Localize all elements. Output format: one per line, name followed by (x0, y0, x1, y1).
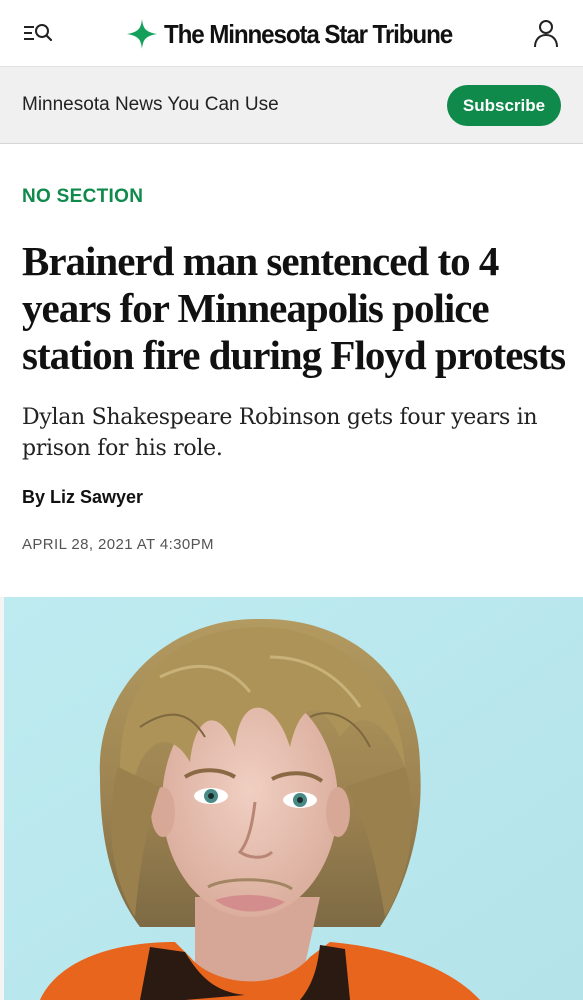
promo-bar: Minnesota News You Can Use Subscribe (0, 66, 583, 144)
article-photo (0, 597, 583, 1000)
article-page: The Minnesota Star Tribune Minnesota New… (0, 0, 583, 1000)
site-header: The Minnesota Star Tribune (0, 0, 583, 66)
north-star-icon (127, 19, 157, 49)
account-button[interactable] (528, 16, 564, 52)
brand-logo[interactable]: The Minnesota Star Tribune (126, 14, 474, 54)
menu-search-icon (24, 24, 53, 42)
promo-text: Minnesota News You Can Use (22, 94, 279, 115)
article-dek: Dylan Shakespeare Robinson gets four yea… (22, 405, 538, 461)
article-byline[interactable]: By Liz Sawyer (22, 487, 143, 508)
article-date: APRIL 28, 2021 AT 4:30PM (22, 536, 214, 553)
section-label[interactable]: NO SECTION (22, 186, 143, 208)
user-account-icon (534, 20, 558, 48)
subscribe-button[interactable]: Subscribe (447, 85, 561, 126)
article-headline: Brainerd man sentenced to 4 years for Mi… (22, 238, 566, 378)
booking-photo (0, 597, 583, 1000)
brand-name: The Minnesota Star Tribune (164, 18, 453, 49)
menu-search-button[interactable] (20, 18, 60, 50)
